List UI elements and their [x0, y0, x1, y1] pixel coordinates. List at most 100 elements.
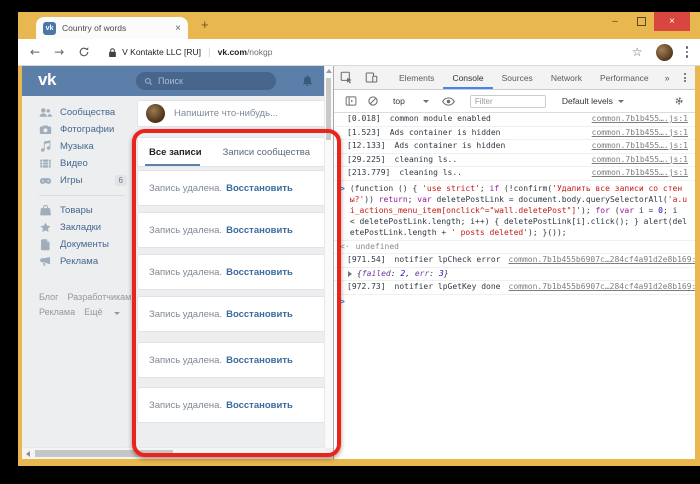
- restore-link[interactable]: Восстановить: [226, 309, 293, 320]
- source-link[interactable]: common.7b1b455….js:1: [584, 141, 688, 152]
- tab-all-posts[interactable]: Все записи: [149, 147, 202, 158]
- post-composer[interactable]: Напишите что-нибудь...: [137, 100, 327, 127]
- vertical-scroll-thumb[interactable]: [326, 78, 331, 140]
- camera-icon: [39, 123, 52, 136]
- clear-console-icon[interactable]: [362, 95, 384, 107]
- forward-icon[interactable]: →: [54, 45, 64, 59]
- tab-sources[interactable]: Sources: [493, 66, 542, 89]
- object-preview-row[interactable]: {failed: 2, err: 3}: [334, 268, 695, 281]
- profile-avatar[interactable]: [655, 43, 673, 61]
- console-result-row: <· undefined: [334, 241, 695, 254]
- new-tab-button[interactable]: +: [201, 17, 209, 32]
- scroll-up-arrow-icon[interactable]: [326, 69, 332, 73]
- devtools-menu-icon[interactable]: [677, 73, 693, 82]
- devtools-close-icon[interactable]: ×: [693, 72, 695, 83]
- restore-link[interactable]: Восстановить: [226, 267, 293, 278]
- source-link[interactable]: common.7b1b455….js:1: [584, 128, 688, 139]
- browser-tab[interactable]: vk Country of words ×: [36, 17, 188, 39]
- tab-elements[interactable]: Elements: [390, 66, 443, 89]
- chevron-down-icon: [422, 99, 429, 103]
- sidebar-item-games[interactable]: Игры 6: [22, 172, 135, 189]
- inspect-element-icon[interactable]: [334, 66, 359, 89]
- live-expression-eye-icon[interactable]: [437, 95, 460, 108]
- tab-network[interactable]: Network: [542, 66, 591, 89]
- vk-logo[interactable]: vk: [38, 70, 56, 90]
- sidebar-item-documents[interactable]: Документы: [22, 236, 135, 253]
- reload-icon[interactable]: [78, 46, 90, 58]
- horizontal-scrollbar[interactable]: [22, 447, 325, 459]
- restore-link[interactable]: Восстановить: [226, 400, 293, 411]
- footer-link-more[interactable]: Ещё: [84, 307, 128, 317]
- devtools-tabbar-right: ×: [677, 66, 695, 89]
- console-output: [0.018] common module enabled common.7b1…: [334, 113, 695, 459]
- console-settings-gear-icon[interactable]: [669, 95, 689, 107]
- expand-triangle-icon[interactable]: [348, 270, 352, 277]
- notifications-bell-icon[interactable]: [301, 74, 314, 87]
- sidebar-item-bookmarks[interactable]: Закладки: [22, 219, 135, 236]
- horizontal-scroll-thumb[interactable]: [35, 450, 173, 457]
- echoed-code: (function () { 'use strict'; if (!confir…: [349, 183, 688, 237]
- tab-community-posts[interactable]: Записи сообщества: [223, 147, 310, 158]
- console-log-row: [0.018] common module enabled common.7b1…: [334, 113, 695, 127]
- tab-console[interactable]: Console: [443, 66, 492, 89]
- close-button[interactable]: ×: [654, 12, 690, 31]
- back-icon[interactable]: ←: [30, 45, 40, 59]
- device-toolbar-icon[interactable]: [359, 66, 384, 89]
- desktop-background: { "browser": { "tab_title": "Country of …: [0, 0, 700, 484]
- console-log-row: [972.73] notifier lpGetKey done common.7…: [334, 281, 695, 295]
- sidebar-item-ads[interactable]: Реклама: [22, 253, 135, 270]
- context-selector[interactable]: top: [393, 96, 405, 106]
- document-icon: [39, 238, 52, 251]
- footer-link-ads[interactable]: Реклама: [39, 307, 75, 317]
- restore-link[interactable]: Восстановить: [226, 355, 293, 366]
- communities-icon: [39, 106, 52, 119]
- sidebar-item-videos[interactable]: Видео: [22, 155, 135, 172]
- deleted-post-row: Запись удалена. Восстановить: [137, 387, 327, 423]
- megaphone-icon: [39, 255, 52, 268]
- games-count-badge: 6: [114, 175, 127, 186]
- input-marker: >: [340, 183, 345, 193]
- console-log-row: [213.779] cleaning ls.. common.7b1b455….…: [334, 167, 695, 181]
- maximize-button[interactable]: [628, 12, 654, 31]
- gamepad-icon: [39, 174, 52, 187]
- source-link[interactable]: common.7b1b455….js:1: [584, 168, 688, 179]
- restore-link[interactable]: Восстановить: [226, 225, 293, 236]
- log-levels-selector[interactable]: Default levels: [562, 96, 624, 106]
- object-preview: {failed: 2, err: 3}: [357, 268, 449, 278]
- chevron-down-icon: [113, 312, 120, 315]
- vk-footer-links: Блог Разработчикам Реклама Ещё: [22, 270, 135, 320]
- sidebar-item-communities[interactable]: Сообщества: [22, 104, 135, 121]
- source-link[interactable]: common.7b1b455….js:1: [584, 114, 688, 125]
- sidebar-item-photos[interactable]: Фотографии: [22, 121, 135, 138]
- source-link[interactable]: common.7b1b455b6907c…284cf4a91d2e8b169:1: [501, 282, 696, 293]
- footer-link-blog[interactable]: Блог: [39, 292, 58, 302]
- bookmark-star-icon[interactable]: ☆: [632, 45, 643, 59]
- console-prompt[interactable]: >: [334, 295, 695, 310]
- sidebar-item-music[interactable]: Музыка: [22, 138, 135, 155]
- tab-title: Country of words: [62, 23, 127, 33]
- source-link[interactable]: common.7b1b455b6907c…284cf4a91d2e8b169:1: [501, 255, 696, 266]
- more-tabs-icon[interactable]: »: [658, 66, 677, 89]
- console-log-row: [12.133] Ads container is hidden common.…: [334, 140, 695, 154]
- tab-close-icon[interactable]: ×: [175, 23, 181, 34]
- source-link[interactable]: common.7b1b455….js:1: [584, 155, 688, 166]
- minimize-button[interactable]: –: [602, 12, 628, 31]
- console-filter-input[interactable]: [469, 94, 546, 108]
- devtools-panel: Elements Console Sources Network Perform…: [333, 66, 695, 459]
- tab-performance[interactable]: Performance: [591, 66, 658, 89]
- sidebar-divider: [39, 195, 125, 196]
- footer-link-developers[interactable]: Разработчикам: [67, 292, 131, 302]
- scroll-left-arrow-icon[interactable]: [26, 451, 30, 457]
- browser-tab-strip: vk Country of words × + – ×: [18, 12, 700, 39]
- address-bar[interactable]: V Kontakte LLC [RU] | vk.com/nokgp: [108, 47, 272, 58]
- browser-menu-icon[interactable]: [685, 46, 688, 58]
- search-input[interactable]: Поиск: [136, 72, 276, 90]
- restore-link[interactable]: Восстановить: [226, 183, 293, 194]
- vertical-scrollbar[interactable]: [324, 66, 333, 448]
- console-sidebar-icon[interactable]: [340, 95, 362, 107]
- result-marker: <·: [340, 241, 350, 251]
- sidebar-item-market[interactable]: Товары: [22, 202, 135, 219]
- vk-favicon-icon: vk: [43, 21, 56, 35]
- video-icon: [39, 157, 52, 170]
- url-path: /nokgp: [246, 47, 273, 57]
